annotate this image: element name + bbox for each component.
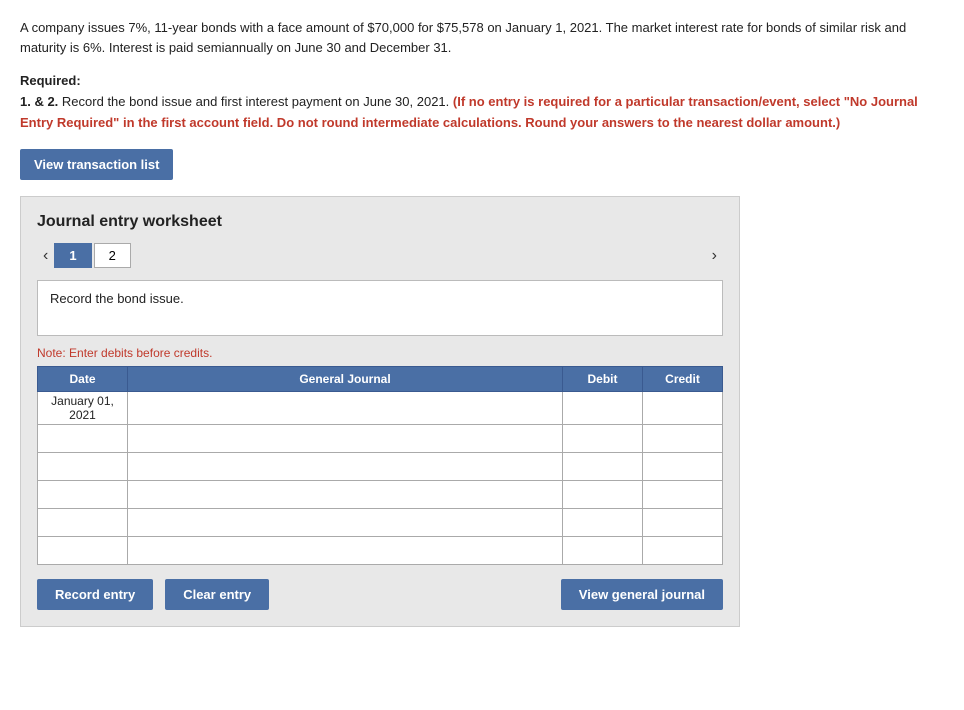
journal-input-5[interactable] [128,537,562,564]
date-cell-3 [38,481,128,509]
required-label: Required: [20,73,81,88]
debit-input-0[interactable] [563,392,642,424]
debit-cell-2[interactable] [563,453,643,481]
debit-input-1[interactable] [563,425,642,452]
credit-cell-1[interactable] [643,425,723,453]
clear-entry-button[interactable]: Clear entry [165,579,269,610]
credit-cell-2[interactable] [643,453,723,481]
worksheet-title: Journal entry worksheet [37,213,723,231]
table-row [38,481,723,509]
note-text: Note: Enter debits before credits. [37,346,723,360]
journal-input-3[interactable] [128,481,562,508]
next-tab-chevron[interactable]: › [706,245,723,267]
col-header-date: Date [38,367,128,392]
view-general-journal-button[interactable]: View general journal [561,579,723,610]
journal-cell-0[interactable] [128,392,563,425]
tab-row: ‹ 1 2 › [37,243,723,268]
journal-entry-worksheet: Journal entry worksheet ‹ 1 2 › Record t… [20,196,740,627]
debit-cell-3[interactable] [563,481,643,509]
col-header-journal: General Journal [128,367,563,392]
journal-cell-5[interactable] [128,537,563,565]
table-row [38,425,723,453]
debit-input-3[interactable] [563,481,642,508]
credit-input-3[interactable] [643,481,722,508]
journal-cell-1[interactable] [128,425,563,453]
journal-cell-2[interactable] [128,453,563,481]
problem-intro: A company issues 7%, 11-year bonds with … [20,18,944,57]
record-entry-button[interactable]: Record entry [37,579,153,610]
date-cell-4 [38,509,128,537]
tab-1[interactable]: 1 [54,243,91,268]
bottom-buttons: Record entry Clear entry View general jo… [37,579,723,610]
date-cell-2 [38,453,128,481]
debit-cell-1[interactable] [563,425,643,453]
journal-input-4[interactable] [128,509,562,536]
credit-input-5[interactable] [643,537,722,564]
credit-cell-0[interactable] [643,392,723,425]
debit-cell-0[interactable] [563,392,643,425]
entry-description: Record the bond issue. [37,280,723,336]
credit-cell-5[interactable] [643,537,723,565]
journal-input-0[interactable] [128,392,562,424]
date-cell-5 [38,537,128,565]
required-section: Required: 1. & 2. Record the bond issue … [20,71,944,133]
credit-input-2[interactable] [643,453,722,480]
credit-cell-3[interactable] [643,481,723,509]
col-header-debit: Debit [563,367,643,392]
journal-cell-4[interactable] [128,509,563,537]
required-number: 1. & 2. [20,94,58,109]
table-row: January 01, 2021 [38,392,723,425]
tab-2[interactable]: 2 [94,243,131,268]
credit-input-4[interactable] [643,509,722,536]
journal-cell-3[interactable] [128,481,563,509]
prev-tab-chevron[interactable]: ‹ [37,245,54,267]
debit-cell-5[interactable] [563,537,643,565]
credit-cell-4[interactable] [643,509,723,537]
table-row [38,537,723,565]
required-instruction-plain-text: Record the bond issue and first interest… [62,94,449,109]
credit-input-1[interactable] [643,425,722,452]
debit-input-4[interactable] [563,509,642,536]
journal-input-2[interactable] [128,453,562,480]
table-row [38,453,723,481]
debit-input-2[interactable] [563,453,642,480]
table-row [38,509,723,537]
credit-input-0[interactable] [643,392,722,424]
journal-input-1[interactable] [128,425,562,452]
date-cell-0: January 01, 2021 [38,392,128,425]
debit-input-5[interactable] [563,537,642,564]
view-transaction-button[interactable]: View transaction list [20,149,173,180]
col-header-credit: Credit [643,367,723,392]
date-cell-1 [38,425,128,453]
journal-table: Date General Journal Debit Credit Januar… [37,366,723,565]
debit-cell-4[interactable] [563,509,643,537]
